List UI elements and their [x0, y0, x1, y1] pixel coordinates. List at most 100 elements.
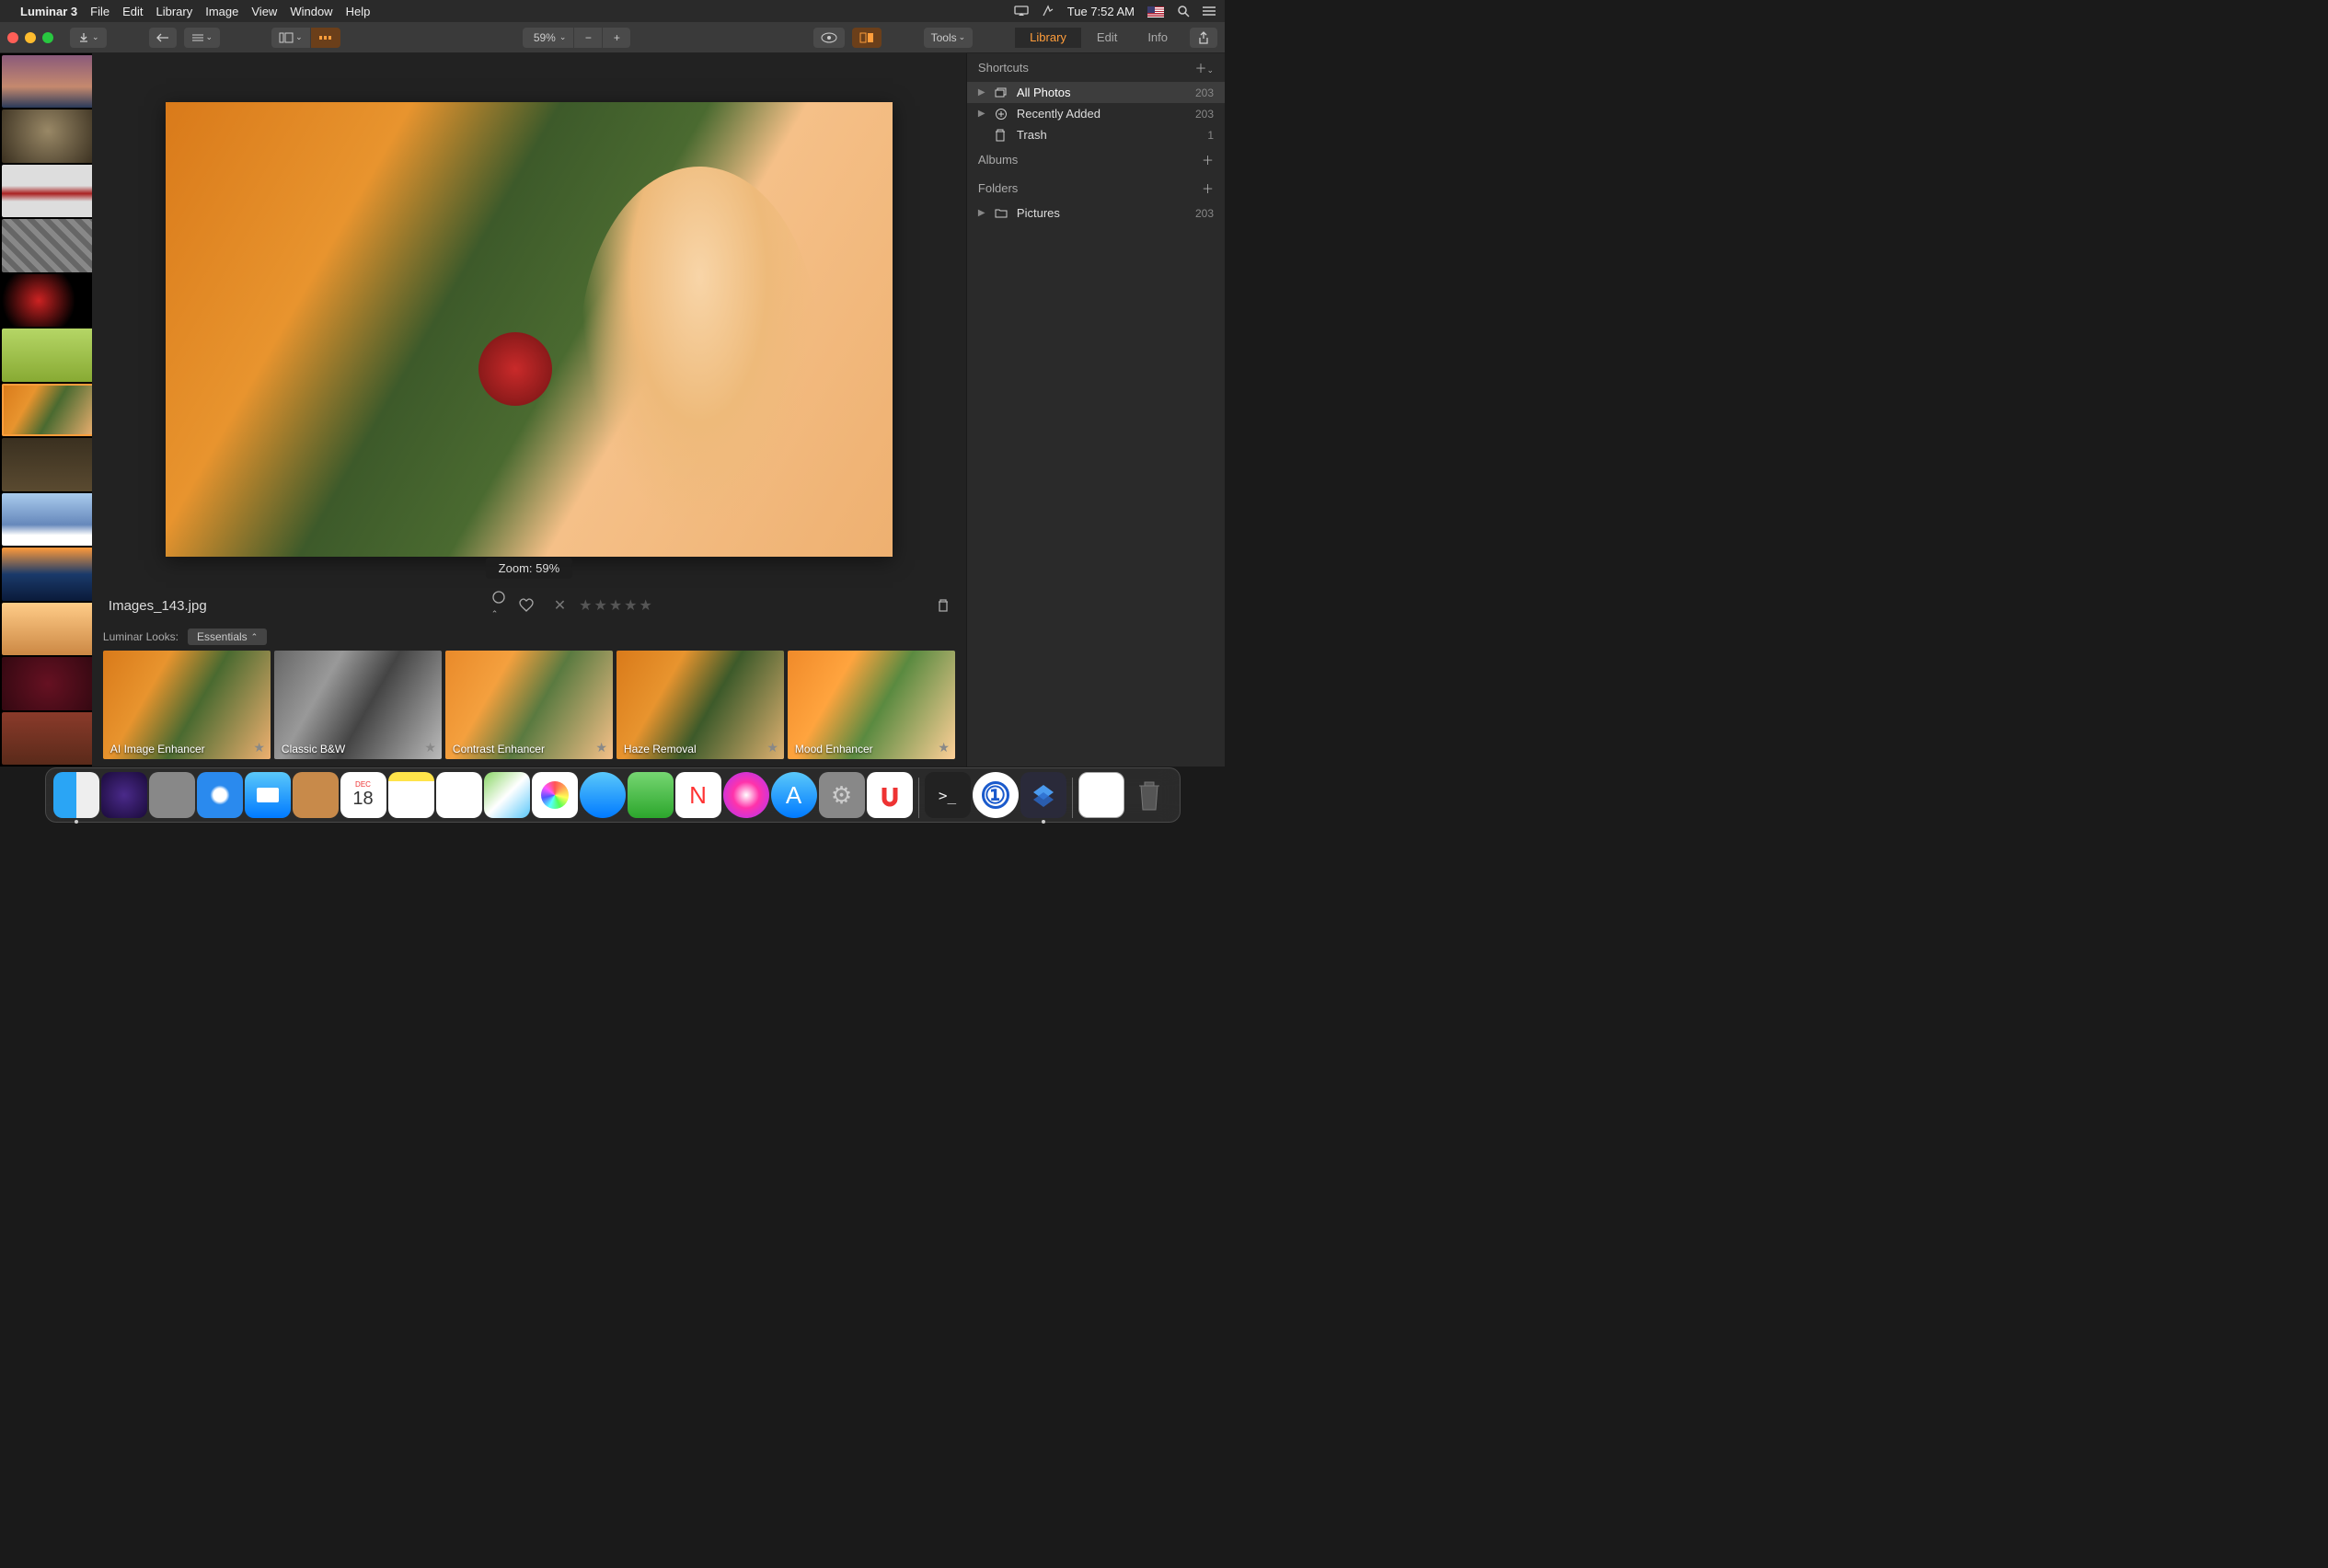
- sidebar-item-recently-added[interactable]: ▶ Recently Added 203: [967, 103, 1225, 124]
- dock-document[interactable]: [1078, 772, 1124, 818]
- star-icon[interactable]: ★: [609, 596, 622, 615]
- app-name[interactable]: Luminar 3: [20, 5, 77, 18]
- thumbnail[interactable]: [2, 603, 92, 655]
- look-favorite-icon[interactable]: ★: [424, 740, 436, 755]
- menu-view[interactable]: View: [251, 5, 277, 18]
- dock-reminders[interactable]: [436, 772, 482, 818]
- compare-button[interactable]: [852, 28, 882, 48]
- thumbnail[interactable]: [2, 165, 92, 217]
- dock-trash[interactable]: [1126, 772, 1172, 818]
- look-preset[interactable]: Contrast Enhancer ★: [445, 651, 613, 759]
- zoom-out-button[interactable]: −: [574, 28, 602, 48]
- thumbnail[interactable]: [2, 55, 92, 108]
- star-icon[interactable]: ★: [624, 596, 637, 615]
- add-album-button[interactable]: ＋: [1202, 151, 1214, 168]
- share-button[interactable]: [1190, 28, 1217, 48]
- spotlight-icon[interactable]: [1177, 5, 1190, 17]
- single-view-button[interactable]: ⌄: [271, 28, 310, 48]
- look-preset[interactable]: AI Image Enhancer ★: [103, 651, 271, 759]
- star-icon[interactable]: ★: [640, 596, 652, 615]
- dock-1password[interactable]: ①: [973, 772, 1019, 818]
- look-favorite-icon[interactable]: ★: [253, 740, 265, 755]
- filmstrip-view-button[interactable]: [311, 28, 340, 48]
- notification-center-icon[interactable]: [1203, 6, 1216, 17]
- disclosure-icon[interactable]: ▶: [978, 87, 987, 98]
- thumbnail[interactable]: [2, 438, 92, 490]
- look-preset[interactable]: Classic B&W ★: [274, 651, 442, 759]
- look-preset[interactable]: Mood Enhancer ★: [788, 651, 955, 759]
- thumbnail[interactable]: [2, 548, 92, 600]
- delete-button[interactable]: [937, 598, 950, 613]
- dock-safari[interactable]: [197, 772, 243, 818]
- quick-preview-button[interactable]: [813, 28, 845, 48]
- fullscreen-window-button[interactable]: [42, 32, 53, 43]
- dock-system-preferences[interactable]: ⚙: [819, 772, 865, 818]
- sidebar-item-pictures[interactable]: ▶ Pictures 203: [967, 202, 1225, 224]
- tab-info[interactable]: Info: [1133, 28, 1182, 48]
- tools-dropdown[interactable]: Tools ⌄: [924, 28, 974, 48]
- dock-calendar[interactable]: DEC 18: [340, 772, 386, 818]
- import-button[interactable]: ⌄: [70, 28, 107, 48]
- status-icon[interactable]: [1042, 5, 1055, 17]
- thumbnail[interactable]: [2, 657, 92, 709]
- rating-stars[interactable]: ★ ★ ★ ★ ★: [579, 596, 652, 615]
- dock-mail[interactable]: [245, 772, 291, 818]
- tab-edit[interactable]: Edit: [1082, 28, 1132, 48]
- dock-contacts[interactable]: [293, 772, 339, 818]
- dock-facetime[interactable]: [628, 772, 674, 818]
- dock-maps[interactable]: [484, 772, 530, 818]
- menu-window[interactable]: Window: [290, 5, 332, 18]
- thumbnail[interactable]: [2, 493, 92, 546]
- favorite-button[interactable]: [519, 598, 534, 613]
- disclosure-icon[interactable]: ▶: [978, 109, 987, 119]
- tab-library[interactable]: Library: [1015, 28, 1081, 48]
- input-language-flag[interactable]: [1147, 5, 1164, 18]
- sidebar-item-trash[interactable]: ▶ Trash 1: [967, 124, 1225, 145]
- menubar-clock[interactable]: Tue 7:52 AM: [1067, 5, 1135, 18]
- close-window-button[interactable]: [7, 32, 18, 43]
- canvas-area[interactable]: Zoom: 59%: [92, 53, 966, 586]
- thumbnail-selected[interactable]: [2, 384, 92, 436]
- star-icon[interactable]: ★: [579, 596, 592, 615]
- thumbnail[interactable]: [2, 110, 92, 162]
- disclosure-icon[interactable]: ▶: [978, 208, 987, 218]
- thumbnail[interactable]: [2, 712, 92, 765]
- zoom-in-button[interactable]: +: [603, 28, 630, 48]
- thumbnail[interactable]: [2, 219, 92, 271]
- dock-itunes[interactable]: [723, 772, 769, 818]
- look-favorite-icon[interactable]: ★: [766, 740, 778, 755]
- filmstrip[interactable]: [0, 53, 92, 767]
- dock-finder[interactable]: [53, 772, 99, 818]
- main-image[interactable]: [166, 102, 893, 557]
- dock-messages[interactable]: [580, 772, 626, 818]
- dock-magnet[interactable]: [867, 772, 913, 818]
- look-preset[interactable]: Haze Removal ★: [617, 651, 784, 759]
- dock-terminal[interactable]: >_: [925, 772, 971, 818]
- menu-help[interactable]: Help: [346, 5, 371, 18]
- minimize-window-button[interactable]: [25, 32, 36, 43]
- add-folder-button[interactable]: ＋: [1202, 179, 1214, 197]
- view-options-button[interactable]: ⌄: [184, 28, 221, 48]
- sidebar-item-all-photos[interactable]: ▶ All Photos 203: [967, 82, 1225, 103]
- airplay-icon[interactable]: [1014, 6, 1029, 17]
- back-button[interactable]: [149, 28, 177, 48]
- star-icon[interactable]: ★: [594, 596, 606, 615]
- looks-category-dropdown[interactable]: Essentials ⌃: [188, 628, 267, 645]
- menu-edit[interactable]: Edit: [122, 5, 143, 18]
- dock-photos[interactable]: [532, 772, 578, 818]
- thumbnail[interactable]: [2, 329, 92, 381]
- add-shortcut-button[interactable]: ＋⌄: [1194, 59, 1214, 76]
- menu-image[interactable]: Image: [205, 5, 238, 18]
- dock-launchpad[interactable]: [149, 772, 195, 818]
- zoom-level-dropdown[interactable]: 59% ⌄: [523, 28, 574, 48]
- menu-file[interactable]: File: [90, 5, 109, 18]
- dock-news[interactable]: N: [675, 772, 721, 818]
- dock-luminar[interactable]: [1020, 772, 1066, 818]
- dock-notes[interactable]: [388, 772, 434, 818]
- look-favorite-icon[interactable]: ★: [938, 740, 950, 755]
- menu-library[interactable]: Library: [156, 5, 192, 18]
- look-favorite-icon[interactable]: ★: [595, 740, 607, 755]
- reject-button[interactable]: ✕: [554, 596, 566, 615]
- dock-appstore[interactable]: A: [771, 772, 817, 818]
- dock-siri[interactable]: [101, 772, 147, 818]
